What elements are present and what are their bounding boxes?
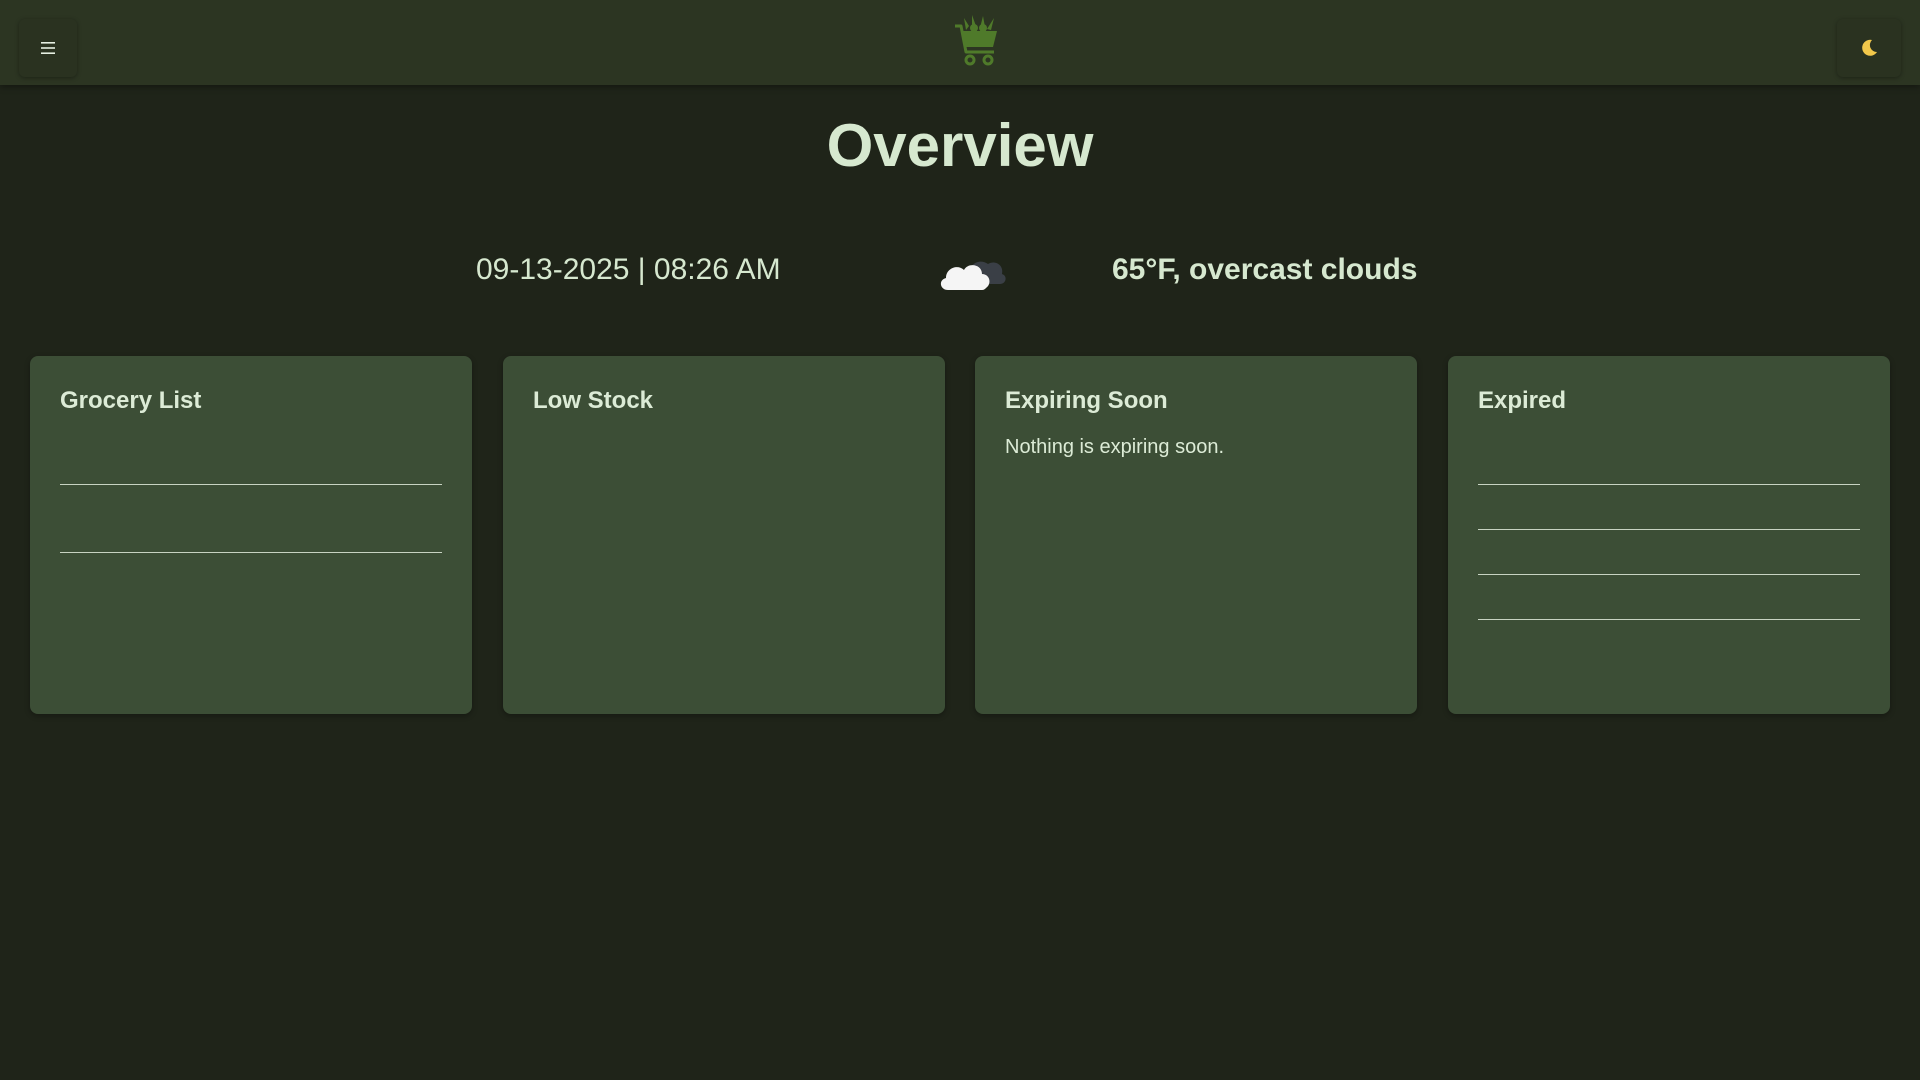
- grocery-list-items: [60, 416, 442, 553]
- page-title: Overview: [826, 112, 1094, 179]
- list-item: [60, 416, 442, 485]
- list-item: [1478, 575, 1860, 620]
- date-time: 09-13-2025 | 08:26 AM: [476, 253, 781, 286]
- list-item: [1478, 530, 1860, 575]
- cloud-icon: [940, 261, 1006, 290]
- expired-card[interactable]: Expired: [1448, 356, 1890, 714]
- expired-items: [1478, 416, 1860, 620]
- hamburger-menu-icon: [41, 42, 55, 54]
- card-title: Low Stock: [533, 387, 654, 414]
- top-bar: [0, 0, 1920, 85]
- low-stock-card[interactable]: Low Stock: [503, 356, 945, 714]
- card-title: Grocery List: [60, 387, 202, 414]
- list-item: [60, 485, 442, 553]
- list-item: [1478, 485, 1860, 530]
- weather-summary: 65°F, overcast clouds: [1112, 253, 1418, 286]
- empty-message: Nothing is expiring soon.: [1005, 436, 1225, 458]
- card-title: Expired: [1478, 387, 1567, 414]
- menu-button[interactable]: [19, 19, 77, 77]
- card-title: Expiring Soon: [1005, 387, 1168, 414]
- grocery-list-card[interactable]: Grocery List: [30, 356, 472, 714]
- list-item: [1478, 416, 1860, 485]
- expiring-soon-card[interactable]: Expiring Soon Nothing is expiring soon.: [975, 356, 1417, 714]
- theme-toggle-button[interactable]: [1837, 19, 1901, 77]
- grocery-cart-icon[interactable]: [952, 12, 1002, 68]
- moon-icon: [1862, 39, 1877, 56]
